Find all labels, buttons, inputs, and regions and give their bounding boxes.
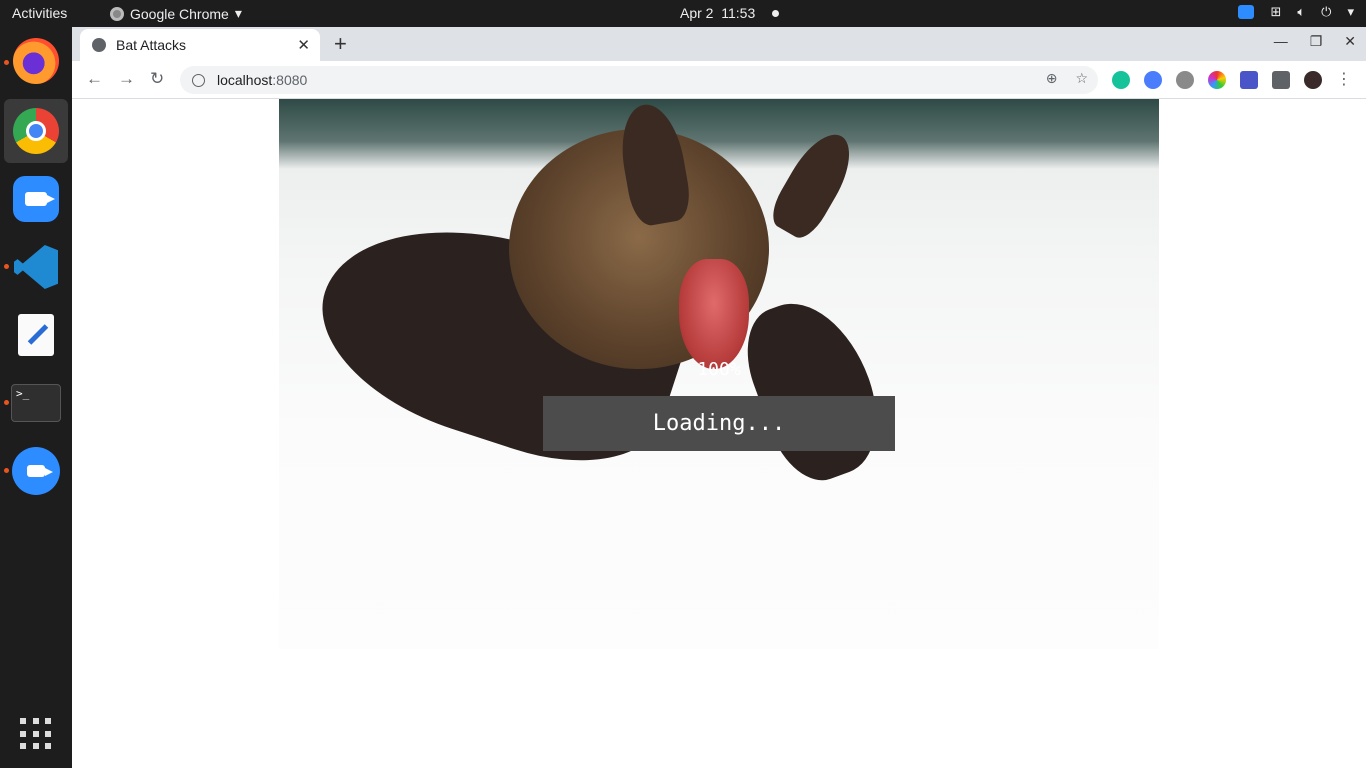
- zoom-in-icon[interactable]: ⊕: [1046, 70, 1058, 87]
- tab-bat-attacks[interactable]: Bat Attacks ✕: [80, 29, 320, 61]
- bookmark-star-icon[interactable]: ☆: [1075, 70, 1088, 87]
- notification-dot: [772, 10, 779, 17]
- chrome-icon: [110, 6, 124, 21]
- browser-toolbar: ← → ↻ localhost:8080 ⊕ ☆ ⋮: [72, 61, 1366, 99]
- minimize-icon[interactable]: —: [1274, 33, 1288, 50]
- text-editor-icon: [18, 314, 54, 356]
- progress-percent: 100%: [697, 359, 741, 380]
- bat-mouth: [679, 259, 749, 369]
- network-icon[interactable]: ⊞: [1270, 4, 1281, 20]
- zoom-tray-icon[interactable]: [1238, 5, 1255, 19]
- zoom-icon: [12, 447, 60, 495]
- tab-strip: Bat Attacks ✕ + — ❐ ✕: [72, 27, 1366, 61]
- dock-text-editor[interactable]: [4, 303, 68, 367]
- chrome-icon: [13, 108, 59, 154]
- forward-icon[interactable]: →: [118, 69, 135, 89]
- app-grid-icon[interactable]: [20, 718, 52, 750]
- bat-wing: [731, 285, 897, 493]
- app-menu[interactable]: Google Chrome ▾: [110, 5, 242, 22]
- url-host: localhost: [217, 72, 273, 88]
- dock-vscode[interactable]: [4, 235, 68, 299]
- reload-icon[interactable]: ↻: [150, 69, 164, 89]
- dock: >_: [0, 27, 72, 768]
- more-menu-icon[interactable]: ⋮: [1336, 69, 1352, 89]
- game-canvas[interactable]: 100% Loading...: [279, 99, 1159, 649]
- window-controls: — ❐ ✕: [1274, 33, 1356, 50]
- activities-button[interactable]: Activities: [12, 5, 67, 21]
- dock-firefox[interactable]: [4, 29, 68, 93]
- bug-icon[interactable]: [1176, 71, 1194, 89]
- color-wheel-icon[interactable]: [1208, 71, 1226, 89]
- clock-time: 11:53: [721, 5, 756, 21]
- firefox-icon: [13, 38, 59, 84]
- loading-label: Loading...: [652, 411, 786, 436]
- terminal-icon: >_: [11, 384, 61, 422]
- chevron-down-icon: ▾: [234, 5, 242, 21]
- clock-date: Apr 2: [680, 5, 714, 21]
- tab-title: Bat Attacks: [116, 37, 187, 53]
- loading-box: Loading...: [543, 396, 895, 451]
- gnome-top-bar: Activities Google Chrome ▾ Apr 2 11:53 ⊞…: [0, 0, 1366, 27]
- new-tab-button[interactable]: +: [334, 31, 347, 57]
- close-icon[interactable]: ✕: [297, 36, 310, 54]
- app-menu-label: Google Chrome: [130, 5, 229, 22]
- globe-icon: [92, 38, 106, 52]
- dock-terminal[interactable]: >_: [4, 371, 68, 435]
- grammarly-icon[interactable]: [1112, 71, 1130, 89]
- vscode-icon: [14, 245, 58, 289]
- zoom-icon: [13, 176, 59, 222]
- power-icon[interactable]: ⏻: [1321, 4, 1331, 20]
- page-content: 100% Loading...: [72, 99, 1366, 768]
- url-port: :8080: [272, 72, 308, 88]
- dock-chrome[interactable]: [4, 99, 68, 163]
- dock-zoom-2[interactable]: [4, 439, 68, 503]
- address-bar[interactable]: localhost:8080 ⊕ ☆: [180, 66, 1098, 94]
- restore-icon[interactable]: ❐: [1310, 33, 1323, 50]
- back-icon[interactable]: ←: [86, 69, 103, 89]
- volume-icon[interactable]: 🔈︎: [1297, 4, 1305, 20]
- info-icon[interactable]: [192, 73, 205, 87]
- puzzle-icon[interactable]: [1272, 71, 1290, 89]
- close-window-icon[interactable]: ✕: [1344, 33, 1356, 50]
- extension-icon[interactable]: [1144, 71, 1162, 89]
- system-tray[interactable]: ⊞ 🔈︎ ⏻ ▾: [1238, 4, 1354, 20]
- chevron-down-icon[interactable]: ▾: [1347, 4, 1354, 20]
- avatar[interactable]: [1304, 71, 1322, 89]
- dock-zoom[interactable]: [4, 167, 68, 231]
- extension-icon[interactable]: [1240, 71, 1258, 89]
- chrome-window: Bat Attacks ✕ + — ❐ ✕ ← → ↻ localhost:80…: [72, 27, 1366, 768]
- extensions-bar: [1112, 71, 1322, 89]
- clock[interactable]: Apr 2 11:53: [680, 5, 755, 21]
